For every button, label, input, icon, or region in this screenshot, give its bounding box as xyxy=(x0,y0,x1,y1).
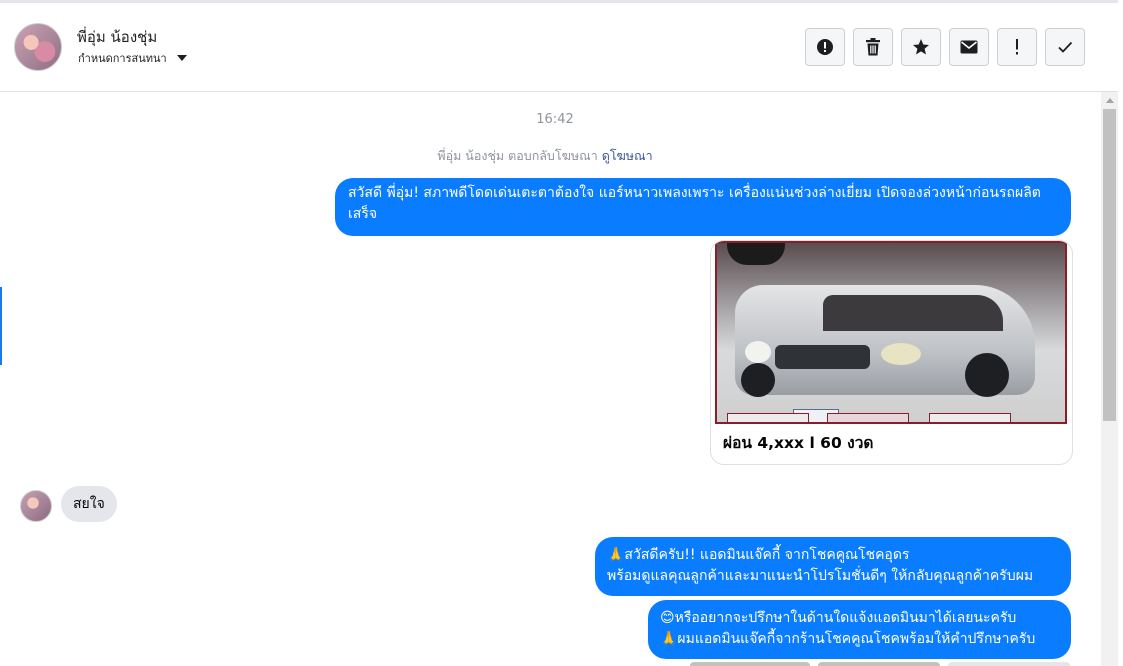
outgoing-message[interactable]: 😊หรืออยากจะปรึกษาในด้านใดแจ้งแอดมินมาได้… xyxy=(648,600,1071,659)
car-grille xyxy=(775,345,870,369)
star-icon xyxy=(913,39,929,55)
car-windshield xyxy=(823,295,1003,331)
message-line: 🙏ผมแอดมินแจ๊คกี้จากร้านโชคคูณโชคพร้อมให้… xyxy=(660,631,1036,647)
message-line: 😊หรืออยากจะปรึกษาในด้านใดแจ้งแอดมินมาได้… xyxy=(660,610,1017,626)
outgoing-message[interactable]: สวัสดี พี่อุ่ม! สภาพดีโดดเด่นเตะตาต้องใจ… xyxy=(335,178,1071,236)
contact-avatar[interactable] xyxy=(14,23,62,71)
checkmark-icon xyxy=(1058,41,1073,53)
ad-card-message[interactable]: ผ่อน 4,xxx l 60 งวด xyxy=(710,240,1073,465)
incoming-message[interactable]: สยใจ xyxy=(61,486,117,522)
thread-scrollbar[interactable] xyxy=(1101,92,1118,666)
star-button[interactable] xyxy=(901,28,941,66)
car-photo[interactable] xyxy=(715,241,1067,424)
card-caption: ผ่อน 4,xxx l 60 งวด xyxy=(723,434,874,452)
next-attachment-preview xyxy=(948,662,1070,666)
photo-thumbnail xyxy=(827,413,909,422)
report-button[interactable] xyxy=(805,28,845,66)
exclamation-icon xyxy=(1016,39,1018,55)
car-headlight-left xyxy=(745,341,771,363)
dealer-logo-icon xyxy=(727,243,785,265)
car-headlight-right xyxy=(881,343,921,365)
trash-icon xyxy=(866,38,880,56)
message-thread[interactable]: 16:42 พี่อุ่ม น้องชุ่ม ตอบกลับโฆษณา ดูโฆ… xyxy=(0,92,1100,666)
next-attachment-preview xyxy=(818,662,940,666)
assign-conversation-label: กำหนดการสนทนา xyxy=(78,52,167,65)
photo-thumbnail xyxy=(929,413,1011,422)
mark-done-button[interactable] xyxy=(1045,28,1085,66)
scroll-up-arrow-icon[interactable] xyxy=(1106,98,1114,103)
customer-avatar[interactable] xyxy=(20,490,52,522)
message-text: สยใจ xyxy=(73,496,105,512)
car-wheel-rear xyxy=(965,353,1009,397)
car-wheel-front xyxy=(741,363,775,397)
assign-conversation-dropdown[interactable]: กำหนดการสนทนา xyxy=(78,49,187,67)
next-attachment-preview xyxy=(690,662,810,666)
inbox-conversation-panel: พี่อุ่ม น้องชุ่ม กำหนดการสนทนา 16:42 พี่… xyxy=(0,0,1118,666)
ad-reply-note: พี่อุ่ม น้องชุ่ม ตอบกลับโฆษณา ดูโฆษณา xyxy=(0,146,1090,166)
photo-thumbnail xyxy=(727,413,809,422)
mark-important-button[interactable] xyxy=(997,28,1037,66)
scrollbar-thumb[interactable] xyxy=(1103,109,1116,421)
outgoing-message[interactable]: 🙏สวัสดีครับ!! แอดมินแจ๊คกี้ จากโชคคูณโชค… xyxy=(595,537,1071,596)
message-timestamp: 16:42 xyxy=(536,112,574,127)
conversation-header: พี่อุ่ม น้องชุ่ม กำหนดการสนทนา xyxy=(0,3,1118,92)
message-line: 🙏สวัสดีครับ!! แอดมินแจ๊คกี้ จากโชคคูณโชค… xyxy=(607,547,910,563)
selection-indicator xyxy=(0,287,2,365)
ad-reply-text: พี่อุ่ม น้องชุ่ม ตอบกลับโฆษณา xyxy=(437,148,598,163)
caret-down-icon xyxy=(176,55,187,61)
view-ad-link[interactable]: ดูโฆษณา xyxy=(602,148,653,163)
mark-unread-button[interactable] xyxy=(949,28,989,66)
envelope-icon xyxy=(960,40,978,54)
report-icon xyxy=(817,39,833,55)
message-text: สวัสดี พี่อุ่ม! สภาพดีโดดเด่นเตะตาต้องใจ… xyxy=(348,185,1041,222)
delete-button[interactable] xyxy=(853,28,893,66)
message-line: พร้อมดูแลคุณลูกค้าและมาแนะนำโปรโมชั่นดีๆ… xyxy=(607,568,1034,584)
contact-name[interactable]: พี่อุ่ม น้องชุ่ม xyxy=(77,25,157,49)
